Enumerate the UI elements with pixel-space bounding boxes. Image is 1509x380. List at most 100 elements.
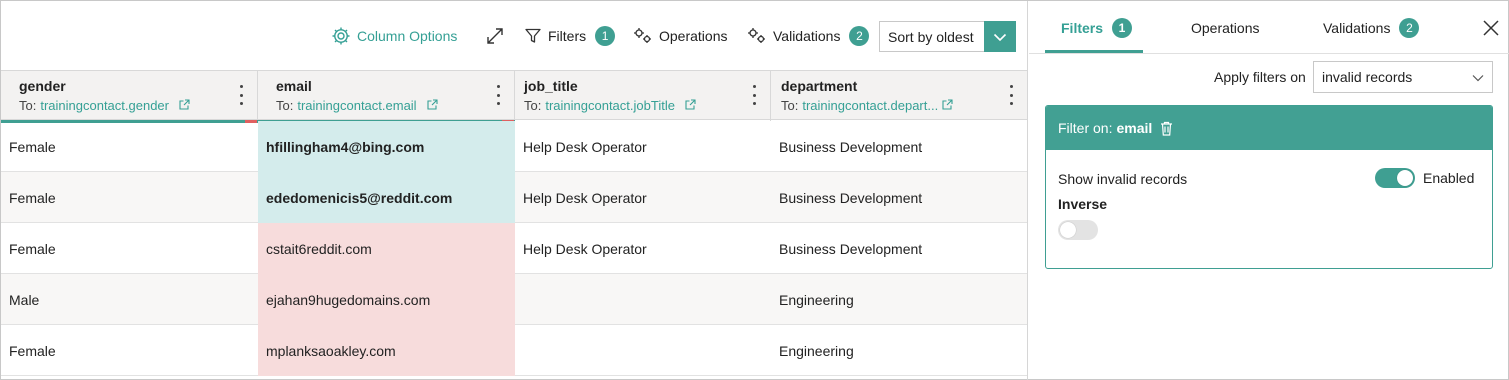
cell-job-title[interactable] (515, 325, 771, 376)
chevron-down-icon (1472, 75, 1484, 82)
filters-count-badge: 1 (595, 26, 616, 46)
tab-label: Filters (1061, 20, 1104, 36)
column-menu-icon[interactable] (496, 85, 500, 105)
close-icon[interactable] (1482, 19, 1500, 37)
mapping-link[interactable]: trainingcontact.jobTitle (545, 98, 675, 113)
apply-filters-label: Apply filters on (1214, 69, 1306, 85)
column-options-button[interactable]: Column Options (331, 25, 457, 47)
column-name: department (781, 78, 858, 94)
mapping-link[interactable]: trainingcontact.depart... (802, 98, 938, 113)
validations-label: Validations (773, 28, 841, 44)
table-row[interactable]: Female cstait6reddit.com Help Desk Opera… (1, 223, 1027, 274)
filters-label: Filters (548, 28, 587, 44)
column-name: email (276, 78, 312, 94)
external-link-icon[interactable] (427, 98, 438, 113)
tab-count-badge: 2 (1399, 18, 1420, 38)
mapping-prefix: To: (19, 98, 37, 113)
inverse-label: Inverse (1058, 196, 1108, 212)
cell-gender[interactable]: Female (1, 121, 258, 172)
column-mapping: To: trainingcontact.jobTitle (524, 98, 696, 113)
filter-title-prefix: Filter on: (1058, 120, 1113, 136)
cell-department[interactable]: Business Development (771, 121, 1027, 172)
column-header-department[interactable]: department To: trainingcontact.depart... (771, 71, 1027, 121)
column-header-email[interactable]: email To: trainingcontact.email (258, 71, 515, 123)
column-options-label: Column Options (357, 28, 458, 44)
chevron-down-icon (993, 29, 1007, 45)
table-row[interactable]: Male ejahan9hugedomains.com Engineering (1, 274, 1027, 325)
cell-department[interactable]: Business Development (771, 223, 1027, 274)
external-link-icon[interactable] (685, 98, 696, 113)
panel-tabs: Filters 1 Operations Validations 2 (1029, 1, 1509, 54)
expand-icon (485, 26, 505, 46)
gear-icon (331, 26, 351, 46)
column-menu-icon[interactable] (752, 85, 756, 105)
filter-card-header: Filter on: email (1046, 106, 1492, 150)
trash-icon[interactable] (1160, 121, 1173, 136)
filters-button[interactable]: Filters 1 (524, 25, 616, 47)
validations-button[interactable]: Validations 2 (747, 25, 870, 47)
column-mapping: To: trainingcontact.depart... (781, 98, 953, 113)
column-mapping: To: trainingcontact.gender (19, 98, 190, 113)
sort-dropdown[interactable]: Sort by oldest (879, 21, 1016, 52)
column-name: job_title (524, 78, 578, 94)
column-header-job-title[interactable]: job_title To: trainingcontact.jobTitle (515, 71, 771, 121)
cell-job-title[interactable]: Help Desk Operator (515, 172, 771, 223)
cell-gender[interactable]: Female (1, 172, 258, 223)
cell-gender[interactable]: Female (1, 223, 258, 274)
cell-job-title[interactable]: Help Desk Operator (515, 223, 771, 274)
tab-label: Validations (1323, 20, 1391, 36)
table-row[interactable]: Female mplanksaoakley.com Engineering (1, 325, 1027, 376)
cell-job-title[interactable] (515, 274, 771, 325)
operations-icon (633, 27, 653, 45)
column-mapping: To: trainingcontact.email (276, 98, 438, 113)
table-row[interactable]: Female hfillingham4@bing.com Help Desk O… (1, 121, 1027, 172)
apply-filters-select[interactable]: invalid records (1313, 61, 1493, 93)
tab-filters[interactable]: Filters 1 (1061, 17, 1133, 39)
apply-filters-value: invalid records (1322, 69, 1413, 85)
data-grid-pane: Column Options Filters 1 Operations Vali… (1, 1, 1028, 380)
cell-department[interactable]: Engineering (771, 274, 1027, 325)
cell-email[interactable]: ededomenicis5@reddit.com (258, 172, 515, 223)
sort-value[interactable]: Sort by oldest (879, 21, 984, 52)
operations-label: Operations (659, 28, 728, 44)
tab-validations[interactable]: Validations 2 (1323, 17, 1420, 39)
mapping-link[interactable]: trainingcontact.gender (40, 98, 169, 113)
validations-count-badge: 2 (849, 26, 870, 46)
mapping-link[interactable]: trainingcontact.email (297, 98, 416, 113)
cell-gender[interactable]: Male (1, 274, 258, 325)
column-menu-icon[interactable] (239, 85, 243, 105)
external-link-icon[interactable] (942, 98, 953, 113)
cell-email[interactable]: mplanksaoakley.com (258, 325, 515, 376)
window-frame: Column Options Filters 1 Operations Vali… (0, 0, 1509, 380)
tab-operations[interactable]: Operations (1191, 17, 1259, 39)
mapping-prefix: To: (276, 98, 294, 113)
mapping-prefix: To: (524, 98, 542, 113)
show-invalid-label: Show invalid records (1058, 171, 1188, 187)
operations-button[interactable]: Operations (633, 25, 727, 47)
column-menu-icon[interactable] (1009, 85, 1013, 105)
filter-icon (524, 27, 542, 45)
cell-job-title[interactable]: Help Desk Operator (515, 121, 771, 172)
show-invalid-toggle[interactable] (1375, 168, 1415, 188)
grid-toolbar: Column Options Filters 1 Operations Vali… (1, 1, 1027, 70)
table-row[interactable]: Female ededomenicis5@reddit.com Help Des… (1, 172, 1027, 223)
tab-label: Operations (1191, 20, 1260, 36)
validations-icon (747, 27, 767, 45)
cell-gender[interactable]: Female (1, 325, 258, 376)
cell-email[interactable]: cstait6reddit.com (258, 223, 515, 274)
tab-count-badge: 1 (1112, 18, 1133, 38)
cell-email[interactable]: hfillingham4@bing.com (258, 121, 515, 172)
inverse-toggle[interactable] (1058, 220, 1098, 240)
mapping-prefix: To: (781, 98, 799, 113)
sort-dropdown-button[interactable] (984, 21, 1016, 52)
cell-department[interactable]: Business Development (771, 172, 1027, 223)
active-tab-indicator (1045, 50, 1143, 53)
expand-button[interactable] (485, 25, 505, 47)
filter-field: email (1116, 120, 1153, 136)
grid-header-row: gender To: trainingcontact.gender email … (1, 70, 1027, 123)
cell-department[interactable]: Engineering (771, 325, 1027, 376)
column-header-gender[interactable]: gender To: trainingcontact.gender (1, 71, 258, 123)
column-name: gender (19, 78, 66, 94)
cell-email[interactable]: ejahan9hugedomains.com (258, 274, 515, 325)
external-link-icon[interactable] (179, 98, 190, 113)
